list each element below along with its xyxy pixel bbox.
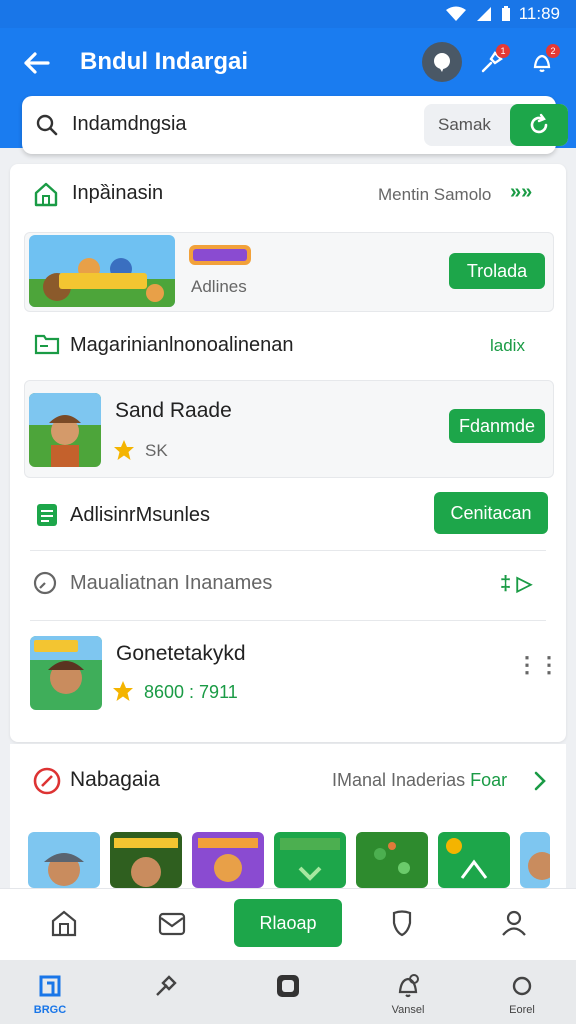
featured-action-button[interactable]: Trolada [449, 253, 545, 289]
game1-action-button[interactable]: Fdanmde [449, 409, 545, 443]
star-icon [113, 681, 133, 701]
signal-icon [476, 7, 491, 21]
game1-rating: SK [145, 441, 168, 460]
section-title-2: Magarinianlnonoalinenan [70, 334, 294, 356]
featured-logo [189, 245, 251, 265]
mail-icon [158, 912, 186, 936]
wifi-icon [445, 6, 466, 21]
user-icon [502, 910, 526, 936]
section-link-1[interactable]: Mentin Samolo [378, 185, 491, 205]
thumb-4[interactable] [274, 832, 346, 888]
wrench-icon [152, 972, 180, 1000]
nav-home[interactable]: BRGC [10, 970, 90, 1022]
thumb-6[interactable] [438, 832, 510, 888]
profile-tool-button[interactable] [494, 903, 534, 943]
shield-tool-button[interactable] [382, 903, 422, 943]
section-badge-2[interactable]: ladix [490, 336, 525, 356]
back-arrow-icon[interactable] [20, 46, 54, 80]
section-header-3: AdlisinrMsunles Cenitacan [10, 486, 566, 546]
chat-bubble-icon [434, 53, 450, 72]
chat-button[interactable] [422, 42, 462, 82]
divider [30, 550, 546, 551]
featured-subtitle: Adlines [191, 277, 247, 296]
pin-button[interactable]: 1 [472, 42, 512, 82]
forward-icon[interactable]: ‡ ▷ [500, 571, 532, 596]
search-input[interactable]: Indamdngsia [72, 113, 187, 136]
search-icon [36, 114, 58, 136]
square-icon [274, 972, 302, 1000]
nav-home-label: BRGC [33, 1004, 67, 1016]
nav-notifications-label: Vansel [391, 1004, 425, 1016]
chevron-right-icon[interactable] [532, 770, 548, 792]
game-item-sand-raade[interactable]: Sand Raade SK Fdanmde [24, 380, 554, 478]
game2-thumbnail [30, 636, 102, 710]
game1-thumbnail [29, 393, 101, 467]
section-title-3: AdlisinrMsunles [70, 504, 211, 526]
home-icon [34, 182, 58, 207]
search-bar[interactable]: Indamdngsia Samak [22, 96, 568, 154]
circle-settings-icon [508, 972, 536, 1000]
nav-center[interactable] [248, 970, 328, 1022]
section-link-5-accent: Foar [470, 770, 508, 790]
notifications-button[interactable]: 2 [522, 42, 562, 82]
nav-settings-label: Eorel [509, 1004, 535, 1016]
house-icon [51, 910, 77, 937]
thumb-5[interactable] [356, 832, 428, 888]
page-title: Bndul Indargai [80, 48, 248, 75]
search-mode-label: Samak [438, 115, 491, 134]
search-go-button[interactable] [510, 104, 568, 146]
status-bar: 11:89 [0, 0, 576, 28]
section-link-5-prefix: IManal Inaderias [332, 770, 466, 790]
thumb-3[interactable] [192, 832, 264, 888]
pin-badge: 1 [496, 44, 510, 58]
action-toolbar: Rlaoap [0, 888, 576, 960]
bottom-navigation: BRGC Vansel Eorel [0, 960, 576, 1024]
refresh-icon [530, 113, 548, 134]
bell-outline-icon [394, 972, 422, 1000]
compass-icon [33, 767, 61, 795]
primary-action-button[interactable]: Rlaoap [234, 899, 342, 947]
star-icon [114, 440, 134, 460]
clock: 11:89 [518, 4, 560, 23]
thumbnail-strip [28, 832, 550, 888]
game2-name: Gonetetakykd [116, 642, 246, 665]
featured-thumbnail [29, 235, 175, 307]
nav-notifications[interactable]: Vansel [368, 970, 448, 1022]
folder-icon [34, 334, 60, 355]
clock-icon [33, 571, 57, 595]
section-title-5: Nabagaia [70, 768, 160, 791]
game-item-2[interactable]: Gonetetakykd 8600 : 7911 ⋮⋮ [10, 630, 566, 720]
section3-action-button[interactable]: Cenitacan [434, 492, 548, 534]
featured-item[interactable]: Adlines Trolada [24, 232, 554, 312]
section-title-1: Inpȁinasin [72, 182, 164, 204]
mail-tool-button[interactable] [152, 903, 192, 943]
thumb-7[interactable] [520, 832, 550, 888]
divider [30, 620, 546, 621]
game1-name: Sand Raade [115, 399, 232, 422]
section-5: Nabagaia IManal Inaderias Foar [10, 744, 566, 894]
document-icon [37, 504, 57, 526]
bell-badge: 2 [546, 44, 560, 58]
game2-rating: 8600 : 7911 [144, 682, 238, 702]
grid-home-icon [36, 972, 64, 1000]
shield-icon [392, 910, 412, 937]
thumb-2[interactable] [110, 832, 182, 888]
search-mode-pill[interactable]: Samak [424, 104, 568, 146]
section-link-5[interactable]: IManal Inaderias Foar [332, 770, 507, 791]
content-card: Inpȁinasin Mentin Samolo »» Adlines Trol… [10, 164, 566, 742]
thumb-1[interactable] [28, 832, 100, 888]
home-tool-button[interactable] [44, 903, 84, 943]
section-header-2: Magarinianlnonoalinenan ladix [10, 320, 566, 368]
section-header-4: Maualiatnan Inanames ‡ ▷ [10, 556, 566, 612]
double-chevron-icon[interactable]: »» [510, 181, 532, 204]
section-header-1: Inpȁinasin Mentin Samolo »» [10, 164, 566, 224]
nav-settings[interactable]: Eorel [482, 970, 562, 1022]
battery-icon [501, 6, 510, 21]
more-options-icon[interactable]: ⋮⋮ [516, 652, 560, 678]
nav-tools[interactable] [126, 970, 206, 1022]
section-title-4: Maualiatnan Inanames [70, 572, 273, 594]
